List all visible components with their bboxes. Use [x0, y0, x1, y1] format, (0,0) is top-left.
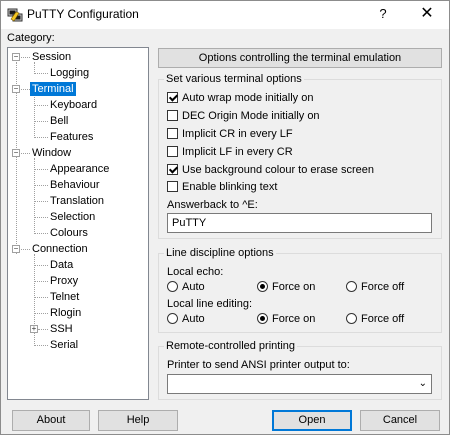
radio-circle[interactable] [346, 313, 357, 324]
checkbox-label: Implicit CR in every LF [182, 128, 293, 140]
radio-label: Auto [182, 281, 205, 293]
printer-combobox[interactable]: ⌄ [167, 374, 432, 394]
remote-printing-title: Remote-controlled printing [164, 340, 298, 353]
line-discipline-title: Line discipline options [164, 247, 276, 260]
local-edit-force-off-radio[interactable]: Force off [346, 313, 404, 327]
tree-connector [34, 233, 48, 234]
implicit-lf-checkbox[interactable]: Implicit LF in every CR [167, 146, 293, 160]
about-button[interactable]: About [12, 410, 90, 431]
tree-connector [34, 137, 48, 138]
window-title: PuTTY Configuration [27, 7, 139, 21]
tree-item-terminal[interactable]: Terminal [30, 82, 76, 96]
tree-connector [34, 105, 48, 106]
collapse-window-icon[interactable]: − [12, 149, 20, 157]
category-tree[interactable]: − − − − + Session Logging Terminal Keybo… [7, 47, 149, 400]
collapse-session-icon[interactable]: − [12, 53, 20, 61]
tree-item-serial[interactable]: Serial [48, 338, 80, 352]
tree-connector [34, 265, 48, 266]
close-button[interactable]: ✕ [405, 1, 449, 29]
tree-item-features[interactable]: Features [48, 130, 95, 144]
checkbox-box[interactable] [167, 181, 178, 192]
radio-label: Force off [361, 281, 405, 293]
radio-circle[interactable] [167, 281, 178, 292]
dec-origin-checkbox[interactable]: DEC Origin Mode initially on [167, 110, 320, 124]
tree-item-appearance[interactable]: Appearance [48, 162, 111, 176]
checkbox-label: Use background colour to erase screen [182, 164, 374, 176]
checkbox-box[interactable] [167, 128, 178, 139]
tree-item-proxy[interactable]: Proxy [48, 274, 80, 288]
help-title-button[interactable]: ? [365, 1, 401, 29]
checkbox-box[interactable] [167, 146, 178, 157]
chevron-down-icon[interactable]: ⌄ [419, 378, 427, 389]
open-button[interactable]: Open [272, 410, 352, 431]
tree-item-telnet[interactable]: Telnet [48, 290, 81, 304]
blinking-text-checkbox[interactable]: Enable blinking text [167, 181, 277, 195]
radio-label: Force off [361, 313, 405, 325]
cancel-button[interactable]: Cancel [360, 410, 440, 431]
terminal-options-title: Set various terminal options [164, 73, 304, 86]
collapse-terminal-icon[interactable]: − [12, 85, 20, 93]
radio-label: Force on [272, 313, 316, 325]
tree-item-behaviour[interactable]: Behaviour [48, 178, 102, 192]
local-echo-force-off-radio[interactable]: Force off [346, 281, 404, 295]
checkbox-box[interactable] [167, 92, 178, 103]
answerback-input[interactable]: PuTTY [167, 213, 432, 233]
checkbox-label: Implicit LF in every CR [182, 146, 293, 158]
tree-connector [34, 169, 48, 170]
tree-item-session[interactable]: Session [30, 50, 73, 64]
tree-connector [34, 94, 35, 138]
tree-connector [34, 281, 48, 282]
local-edit-force-on-radio[interactable]: Force on [257, 313, 315, 327]
checkbox-label: DEC Origin Mode initially on [182, 110, 320, 122]
tree-item-selection[interactable]: Selection [48, 210, 97, 224]
checkbox-label: Auto wrap mode initially on [182, 92, 314, 104]
tree-connector [34, 345, 48, 346]
radio-circle[interactable] [257, 313, 268, 324]
tree-item-translation[interactable]: Translation [48, 194, 106, 208]
tree-connector [34, 201, 48, 202]
putty-config-window: PuTTY Configuration ? ✕ Category: − − − [0, 0, 450, 435]
collapse-connection-icon[interactable]: − [12, 245, 20, 253]
tree-item-data[interactable]: Data [48, 258, 75, 272]
tree-item-keyboard[interactable]: Keyboard [48, 98, 99, 112]
checkbox-label: Enable blinking text [182, 181, 278, 193]
tree-connector [34, 217, 48, 218]
local-edit-auto-radio[interactable]: Auto [167, 313, 205, 327]
putty-app-icon [7, 8, 23, 22]
local-echo-label: Local echo: [167, 266, 224, 278]
answerback-label: Answerback to ^E: [167, 199, 258, 211]
tree-item-bell[interactable]: Bell [48, 114, 70, 128]
local-edit-label: Local line editing: [167, 298, 253, 310]
local-echo-force-on-radio[interactable]: Force on [257, 281, 315, 295]
radio-label: Auto [182, 313, 205, 325]
help-button[interactable]: Help [98, 410, 178, 431]
radio-label: Force on [272, 281, 316, 293]
radio-circle[interactable] [346, 281, 357, 292]
checkbox-box[interactable] [167, 164, 178, 175]
panel-header: Options controlling the terminal emulati… [158, 48, 442, 68]
tree-connector [34, 313, 48, 314]
title-bar: PuTTY Configuration ? ✕ [1, 1, 449, 29]
radio-circle[interactable] [257, 281, 268, 292]
checkbox-box[interactable] [167, 110, 178, 121]
radio-circle[interactable] [167, 313, 178, 324]
tree-connector [34, 121, 48, 122]
tree-connector [34, 185, 48, 186]
printer-label: Printer to send ANSI printer output to: [167, 359, 350, 371]
tree-item-rlogin[interactable]: Rlogin [48, 306, 83, 320]
implicit-cr-checkbox[interactable]: Implicit CR in every LF [167, 128, 293, 142]
tree-connector [34, 73, 48, 74]
tree-item-colours[interactable]: Colours [48, 226, 90, 240]
expand-ssh-icon[interactable]: + [30, 325, 38, 333]
category-label: Category: [7, 32, 55, 44]
tree-item-connection[interactable]: Connection [30, 242, 90, 256]
tree-connector [38, 329, 48, 330]
auto-wrap-checkbox[interactable]: Auto wrap mode initially on [167, 92, 313, 106]
local-echo-auto-radio[interactable]: Auto [167, 281, 205, 295]
tree-connector [34, 297, 48, 298]
tree-item-ssh[interactable]: SSH [48, 322, 75, 336]
bg-colour-erase-checkbox[interactable]: Use background colour to erase screen [167, 164, 374, 178]
tree-item-logging[interactable]: Logging [48, 66, 91, 80]
tree-item-window[interactable]: Window [30, 146, 73, 160]
